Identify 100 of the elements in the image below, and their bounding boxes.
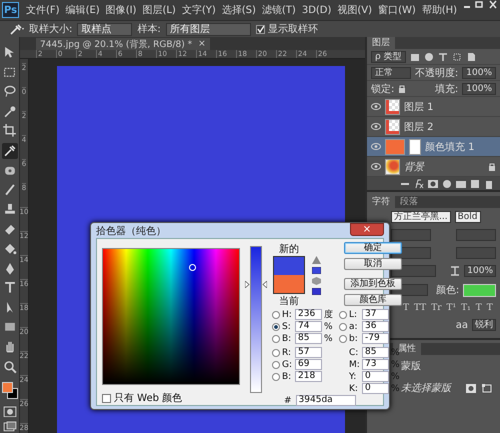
show-ring-checkbox[interactable] xyxy=(256,24,265,34)
radio-button[interactable] xyxy=(272,348,280,356)
text-style-button[interactable]: T xyxy=(476,303,482,313)
panel-tab[interactable]: 图层 xyxy=(367,37,395,49)
menu-item[interactable]: 文字(Y) xyxy=(180,3,218,17)
color-field[interactable] xyxy=(102,248,240,385)
slider-thumb[interactable] xyxy=(245,281,267,288)
value-field[interactable]: 37 xyxy=(362,309,389,320)
layer-row[interactable]: 颜色填充 1 xyxy=(367,137,500,157)
close-button[interactable]: × xyxy=(350,223,384,236)
fx-icon[interactable] xyxy=(414,179,424,189)
wand-icon[interactable] xyxy=(2,104,18,120)
text-style-button[interactable]: T₁ xyxy=(461,303,471,313)
shape-filter-icon[interactable] xyxy=(452,52,462,62)
mask-icon[interactable] xyxy=(428,179,438,189)
radio-button[interactable] xyxy=(272,372,280,380)
dialog-button[interactable]: 颜色库 xyxy=(344,294,402,306)
text-color-swatch[interactable] xyxy=(463,284,496,296)
radio-button[interactable] xyxy=(339,322,347,330)
text-style-button[interactable]: T xyxy=(486,303,493,313)
filter-dropdown[interactable]: ρ 类型 xyxy=(371,50,406,62)
gamut-swatch-icon[interactable] xyxy=(312,267,321,274)
value-field[interactable]: 0 xyxy=(362,371,389,382)
menu-item[interactable]: 文件(F) xyxy=(24,3,62,17)
value-field[interactable]: 85 xyxy=(362,347,389,358)
radio-button[interactable] xyxy=(272,322,280,330)
font-style-field[interactable]: Bold xyxy=(454,211,480,223)
hex-field[interactable]: 3945da xyxy=(296,395,356,406)
value-field[interactable]: 236 xyxy=(295,309,322,320)
menu-item[interactable]: 滤镜(T) xyxy=(260,3,298,17)
font-family-field[interactable]: 方正兰亭黑... xyxy=(391,211,451,223)
value-field[interactable]: 0 xyxy=(362,383,389,394)
sample-dropdown[interactable]: 所有图层 xyxy=(166,22,251,36)
blend-mode-dropdown[interactable]: 正常 xyxy=(371,66,411,78)
radio-button[interactable] xyxy=(339,334,347,342)
pixel-mask-icon[interactable] xyxy=(466,384,476,392)
value-field[interactable]: 85 xyxy=(295,333,322,344)
eye-icon[interactable] xyxy=(371,103,381,110)
menu-item[interactable]: 图像(I) xyxy=(104,3,138,17)
eye-icon[interactable] xyxy=(371,143,381,150)
screen-mode-icon[interactable] xyxy=(2,421,16,433)
horizontal-scale-field[interactable]: 100% xyxy=(464,265,496,277)
layer-row[interactable]: 图层 1 xyxy=(367,97,500,117)
image-filter-icon[interactable] xyxy=(410,52,420,62)
tracking-field[interactable] xyxy=(456,247,496,259)
fill-field[interactable]: 100% xyxy=(462,82,496,94)
vertical-scale-field[interactable] xyxy=(391,265,436,277)
document-filter-icon[interactable] xyxy=(466,52,476,62)
text-style-button[interactable]: T xyxy=(403,303,410,313)
opacity-field[interactable]: 100% xyxy=(462,66,496,78)
eye-icon[interactable] xyxy=(371,123,381,130)
panel-tab[interactable]: 字符 xyxy=(367,196,395,208)
font-size-field[interactable] xyxy=(391,229,431,241)
adjustment-filter-icon[interactable] xyxy=(424,52,434,62)
mask-mode-icon[interactable] xyxy=(2,406,16,418)
vector-mask-icon[interactable] xyxy=(482,384,492,392)
web-swatch-icon[interactable] xyxy=(312,288,321,295)
eyedropper-icon[interactable] xyxy=(8,23,24,35)
value-field[interactable]: 73 xyxy=(362,359,389,370)
maximize-icon[interactable] xyxy=(474,0,484,9)
menu-item[interactable]: 选择(S) xyxy=(220,3,258,17)
radio-button[interactable] xyxy=(339,310,347,318)
text-style-button[interactable]: TT xyxy=(414,303,426,313)
crop-icon[interactable] xyxy=(2,123,18,139)
menu-item[interactable]: 编辑(E) xyxy=(64,3,102,17)
tab-close-button[interactable]: × xyxy=(198,39,206,49)
warning-icon xyxy=(312,256,321,264)
text-filter-icon[interactable] xyxy=(438,52,448,62)
menu-item[interactable]: 帮助(H) xyxy=(420,3,460,17)
dialog-button[interactable]: 确定 xyxy=(344,242,402,254)
leading-field[interactable] xyxy=(456,229,496,241)
dialog-button[interactable]: 取消 xyxy=(344,258,402,270)
new-layer-icon[interactable] xyxy=(470,179,480,189)
text-style-button[interactable]: Tr xyxy=(431,303,442,313)
menu-item[interactable]: 图层(L) xyxy=(140,3,178,17)
value-field[interactable]: 57 xyxy=(295,347,322,358)
lock-icon[interactable] xyxy=(398,84,406,94)
eyedropper-icon[interactable] xyxy=(2,142,18,159)
radio-button[interactable] xyxy=(272,360,280,368)
web-colors-checkbox[interactable] xyxy=(102,394,111,402)
radio-button[interactable] xyxy=(272,310,280,318)
sample-size-dropdown[interactable]: 取样点 xyxy=(77,22,132,36)
value-field[interactable]: -79 xyxy=(362,333,389,344)
menu-item[interactable]: 3D(D) xyxy=(300,4,334,16)
value-field[interactable]: 36 xyxy=(362,321,389,332)
dialog-button[interactable]: 添加到色板 xyxy=(344,278,402,290)
zoom-icon[interactable] xyxy=(2,358,18,374)
panel-tab[interactable]: 段落 xyxy=(395,196,423,208)
value-field[interactable]: 74 xyxy=(295,321,322,332)
adjustment-icon[interactable] xyxy=(442,179,452,189)
menu-item[interactable]: 视图(V) xyxy=(335,3,374,17)
text-style-button[interactable]: T¹ xyxy=(446,303,456,313)
eye-icon[interactable] xyxy=(371,163,381,170)
document-tab[interactable]: 7445.jpg @ 20.1% (背景, RGB/8) * × xyxy=(36,38,210,50)
radio-button[interactable] xyxy=(272,334,280,342)
foreground-color-swatch[interactable] xyxy=(2,382,12,394)
antialias-dropdown[interactable]: 锐利 xyxy=(472,319,496,331)
value-field[interactable]: 69 xyxy=(295,359,322,370)
menu-item[interactable]: 窗口(W) xyxy=(376,3,418,17)
value-field[interactable]: 218 xyxy=(295,371,322,382)
